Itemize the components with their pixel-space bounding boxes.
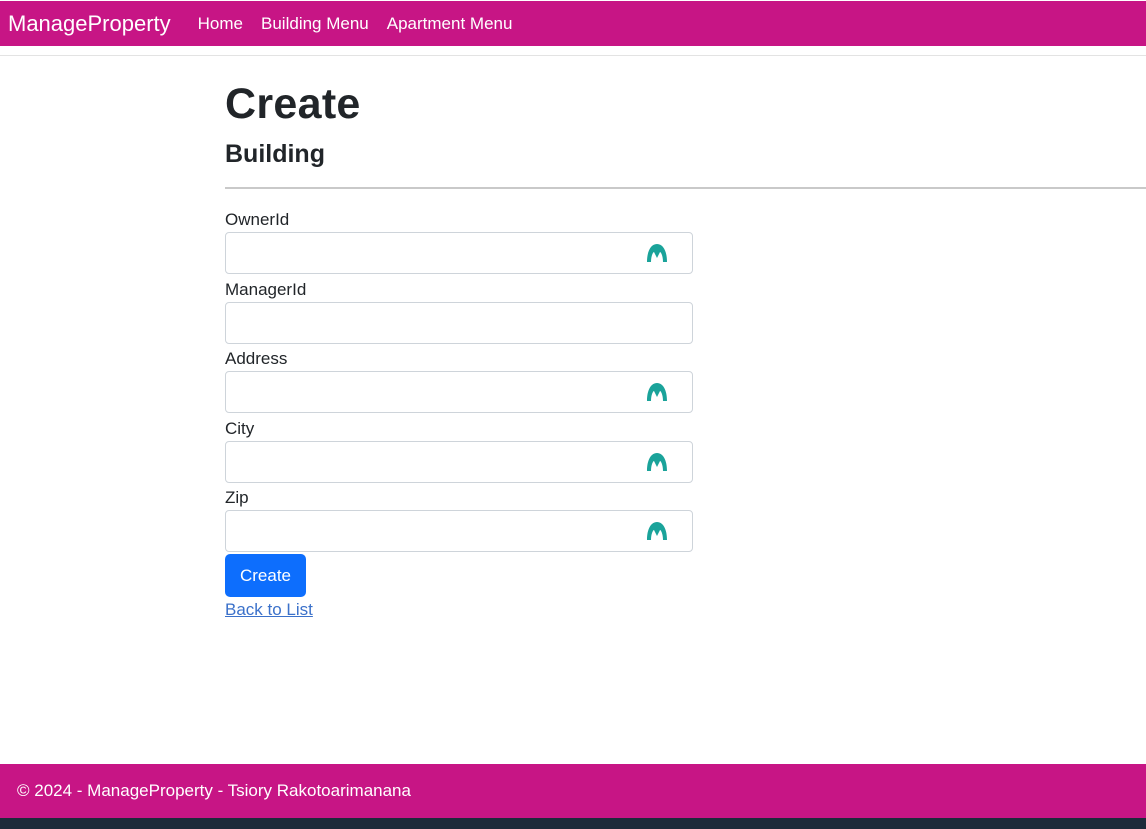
city-input[interactable] bbox=[225, 440, 693, 483]
navbar-divider bbox=[0, 55, 1146, 56]
page-footer: © 2024 - ManageProperty - Tsiory Rakotoa… bbox=[0, 764, 1146, 818]
create-button[interactable]: Create bbox=[225, 554, 306, 597]
zip-group: Zip bbox=[225, 486, 693, 556]
password-manager-icon[interactable] bbox=[645, 451, 669, 473]
address-input[interactable] bbox=[225, 371, 693, 413]
back-to-list-link[interactable]: Back to List bbox=[225, 600, 313, 620]
zip-input[interactable] bbox=[225, 510, 693, 552]
os-taskbar bbox=[0, 818, 1146, 829]
manager-id-input[interactable] bbox=[225, 301, 693, 344]
page-title: Create bbox=[225, 80, 361, 128]
footer-copyright: © 2024 - ManageProperty - Tsiory Rakotoa… bbox=[17, 781, 411, 800]
address-label: Address bbox=[225, 349, 288, 368]
zip-label: Zip bbox=[225, 488, 249, 507]
address-group: Address bbox=[225, 347, 693, 417]
nav-home-link[interactable]: Home bbox=[198, 14, 243, 34]
top-navbar: ManageProperty Home Building Menu Apartm… bbox=[0, 1, 1146, 46]
manager-id-group: ManagerId bbox=[225, 278, 693, 348]
nav-building-menu-link[interactable]: Building Menu bbox=[261, 14, 369, 34]
nav-apartment-menu-link[interactable]: Apartment Menu bbox=[387, 14, 513, 34]
create-building-form: OwnerId ManagerId Address City Zip bbox=[225, 208, 693, 556]
password-manager-icon[interactable] bbox=[645, 242, 669, 264]
owner-id-input[interactable] bbox=[225, 232, 693, 274]
header-divider bbox=[225, 187, 1146, 189]
owner-id-group: OwnerId bbox=[225, 208, 693, 278]
password-manager-icon[interactable] bbox=[645, 381, 669, 403]
city-label: City bbox=[225, 418, 255, 438]
page-header: Create Building bbox=[225, 76, 361, 170]
city-group: City bbox=[225, 417, 693, 487]
owner-id-label: OwnerId bbox=[225, 210, 290, 229]
password-manager-icon[interactable] bbox=[645, 520, 669, 542]
manager-id-label: ManagerId bbox=[225, 279, 307, 299]
page-subtitle: Building bbox=[225, 140, 325, 168]
brand-link[interactable]: ManageProperty bbox=[8, 11, 171, 37]
